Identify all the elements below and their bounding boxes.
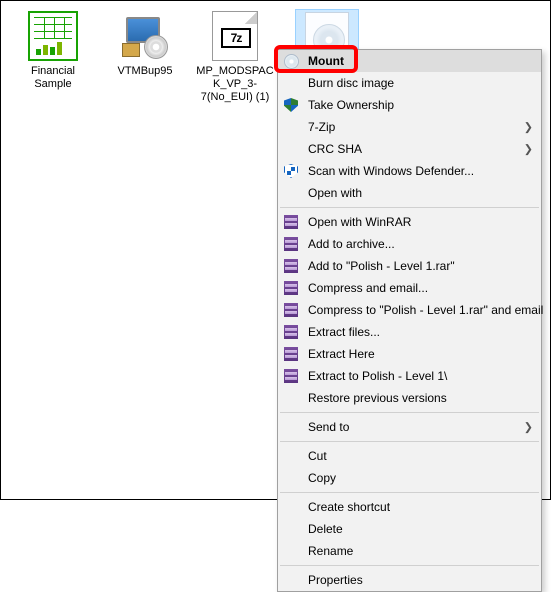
separator — [280, 207, 539, 208]
separator — [280, 441, 539, 442]
ctx-7zip[interactable]: 7-Zip ❯ — [278, 116, 541, 138]
ctx-rename[interactable]: Rename — [278, 540, 541, 562]
ctx-mount[interactable]: Mount — [278, 50, 541, 72]
chevron-right-icon: ❯ — [524, 121, 533, 134]
winrar-icon — [282, 213, 300, 231]
ctx-compress-to-email[interactable]: Compress to "Polish - Level 1.rar" and e… — [278, 299, 541, 321]
file-vtmbup95[interactable]: VTMBup95 — [101, 11, 189, 78]
ctx-burn[interactable]: Burn disc image — [278, 72, 541, 94]
ctx-send-to[interactable]: Send to ❯ — [278, 416, 541, 438]
file-label: MP_MODSPACK_VP_3-7(No_EUI) (1) — [191, 65, 279, 105]
winrar-icon — [282, 345, 300, 363]
separator — [280, 492, 539, 493]
context-menu: Mount Burn disc image Take Ownership 7-Z… — [277, 49, 542, 592]
ctx-create-shortcut[interactable]: Create shortcut — [278, 496, 541, 518]
ctx-open-winrar[interactable]: Open with WinRAR — [278, 211, 541, 233]
ctx-extract-here[interactable]: Extract Here — [278, 343, 541, 365]
winrar-icon — [282, 279, 300, 297]
ctx-open-with[interactable]: Open with — [278, 182, 541, 204]
separator — [280, 412, 539, 413]
ctx-cut[interactable]: Cut — [278, 445, 541, 467]
winrar-icon — [282, 301, 300, 319]
ctx-crc-sha[interactable]: CRC SHA ❯ — [278, 138, 541, 160]
ctx-defender[interactable]: Scan with Windows Defender... — [278, 160, 541, 182]
installer-icon — [115, 11, 175, 61]
file-financial-sample[interactable]: Financial Sample — [9, 11, 97, 91]
sevenz-icon: 7z — [205, 11, 265, 61]
chevron-right-icon: ❯ — [524, 421, 533, 434]
ctx-delete[interactable]: Delete — [278, 518, 541, 540]
defender-icon — [282, 162, 300, 180]
disc-icon — [282, 52, 300, 70]
winrar-icon — [282, 367, 300, 385]
ctx-add-archive[interactable]: Add to archive... — [278, 233, 541, 255]
spreadsheet-icon — [23, 11, 83, 61]
shield-icon — [282, 96, 300, 114]
file-label: VTMBup95 — [101, 65, 189, 78]
ctx-restore[interactable]: Restore previous versions — [278, 387, 541, 409]
winrar-icon — [282, 235, 300, 253]
ctx-add-to-rar[interactable]: Add to "Polish - Level 1.rar" — [278, 255, 541, 277]
separator — [280, 565, 539, 566]
file-modspack[interactable]: 7z MP_MODSPACK_VP_3-7(No_EUI) (1) — [191, 11, 279, 105]
ctx-properties[interactable]: Properties — [278, 569, 541, 591]
file-label: Financial Sample — [9, 65, 97, 91]
ctx-compress-email[interactable]: Compress and email... — [278, 277, 541, 299]
ctx-extract-files[interactable]: Extract files... — [278, 321, 541, 343]
ctx-extract-to[interactable]: Extract to Polish - Level 1\ — [278, 365, 541, 387]
chevron-right-icon: ❯ — [524, 143, 533, 156]
winrar-icon — [282, 257, 300, 275]
winrar-icon — [282, 323, 300, 341]
ctx-copy[interactable]: Copy — [278, 467, 541, 489]
ctx-take-ownership[interactable]: Take Ownership — [278, 94, 541, 116]
